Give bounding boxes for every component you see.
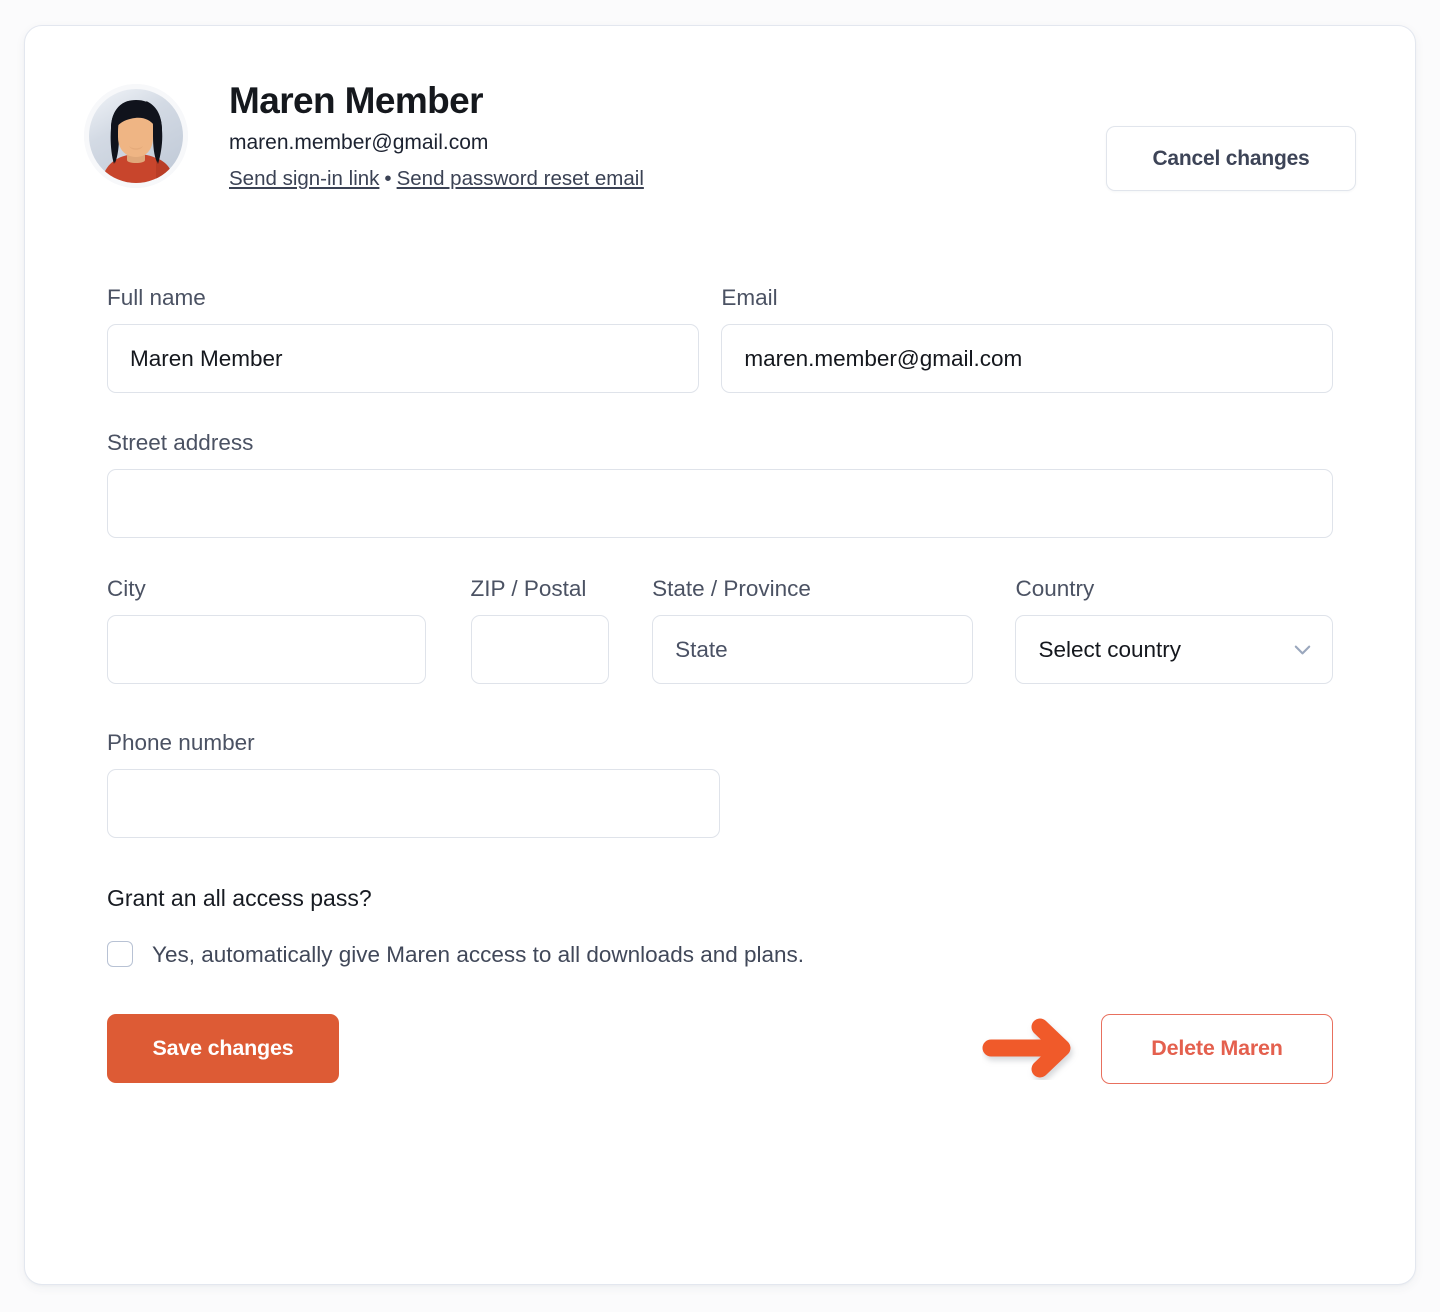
state-label: State / Province: [652, 576, 811, 601]
state-field-group: State / Province State: [652, 575, 974, 684]
city-field-group: City: [107, 575, 426, 684]
phone-input[interactable]: [107, 769, 720, 838]
page-title: Maren Member: [229, 80, 484, 121]
city-input[interactable]: [107, 615, 426, 684]
avatar: [84, 84, 188, 188]
member-profile-card: Maren Member maren.member@gmail.com Send…: [24, 25, 1416, 1285]
city-label: City: [107, 576, 146, 601]
state-input[interactable]: State: [652, 615, 974, 684]
avatar-illustration-icon: [84, 84, 188, 188]
country-select[interactable]: Select country: [1015, 615, 1333, 684]
location-row: City ZIP / Postal State / Province State…: [107, 575, 1333, 684]
phone-label: Phone number: [107, 730, 255, 755]
send-password-reset-link[interactable]: Send password reset email: [397, 167, 644, 190]
grant-access-checkbox[interactable]: [107, 941, 133, 968]
save-changes-button[interactable]: Save changes: [107, 1013, 339, 1083]
street-address-field-group: Street address: [107, 429, 1333, 538]
email-field-group: Email maren.member@gmail.com: [721, 284, 1333, 393]
name-email-row: Full name Maren Member Email maren.membe…: [107, 284, 1333, 393]
zip-label: ZIP / Postal: [470, 576, 587, 601]
phone-field-group: Phone number: [107, 729, 720, 838]
delete-member-button[interactable]: Delete Maren: [1101, 1013, 1333, 1084]
zip-field-group: ZIP / Postal: [470, 575, 610, 684]
zip-input[interactable]: [470, 615, 610, 684]
send-signin-link[interactable]: Send sign-in link: [229, 167, 379, 190]
right-arrow-icon: [982, 1018, 1090, 1080]
full-name-field-group: Full name Maren Member: [107, 284, 700, 393]
link-separator: •: [384, 166, 392, 190]
form-actions: Save changes Delete Maren: [107, 1013, 1333, 1086]
full-name-input[interactable]: Maren Member: [107, 324, 700, 393]
card-header: Maren Member maren.member@gmail.com Send…: [84, 79, 1356, 219]
country-label: Country: [1015, 576, 1095, 601]
full-name-label: Full name: [107, 285, 206, 310]
cancel-changes-button[interactable]: Cancel changes: [1106, 126, 1356, 191]
email-label: Email: [721, 285, 778, 310]
member-email-text: maren.member@gmail.com: [229, 130, 489, 154]
grant-access-checkbox-row[interactable]: Yes, automatically give Maren access to …: [107, 941, 1333, 968]
street-address-label: Street address: [107, 430, 254, 455]
email-input[interactable]: maren.member@gmail.com: [721, 324, 1333, 393]
grant-access-title: Grant an all access pass?: [107, 885, 372, 911]
country-select-value: Select country: [1038, 636, 1182, 662]
account-action-links: Send sign-in link • Send password reset em…: [229, 167, 644, 192]
street-address-input[interactable]: [107, 469, 1333, 538]
chevron-down-icon: [1291, 638, 1314, 661]
grant-access-checkbox-label: Yes, automatically give Maren access to …: [152, 941, 805, 967]
grant-access-section: Grant an all access pass? Yes, automatic…: [107, 885, 1333, 968]
country-field-group: Country Select country: [1015, 575, 1333, 684]
identity-block: Maren Member maren.member@gmail.com Send…: [229, 79, 644, 191]
member-form: Full name Maren Member Email maren.membe…: [107, 284, 1333, 1086]
